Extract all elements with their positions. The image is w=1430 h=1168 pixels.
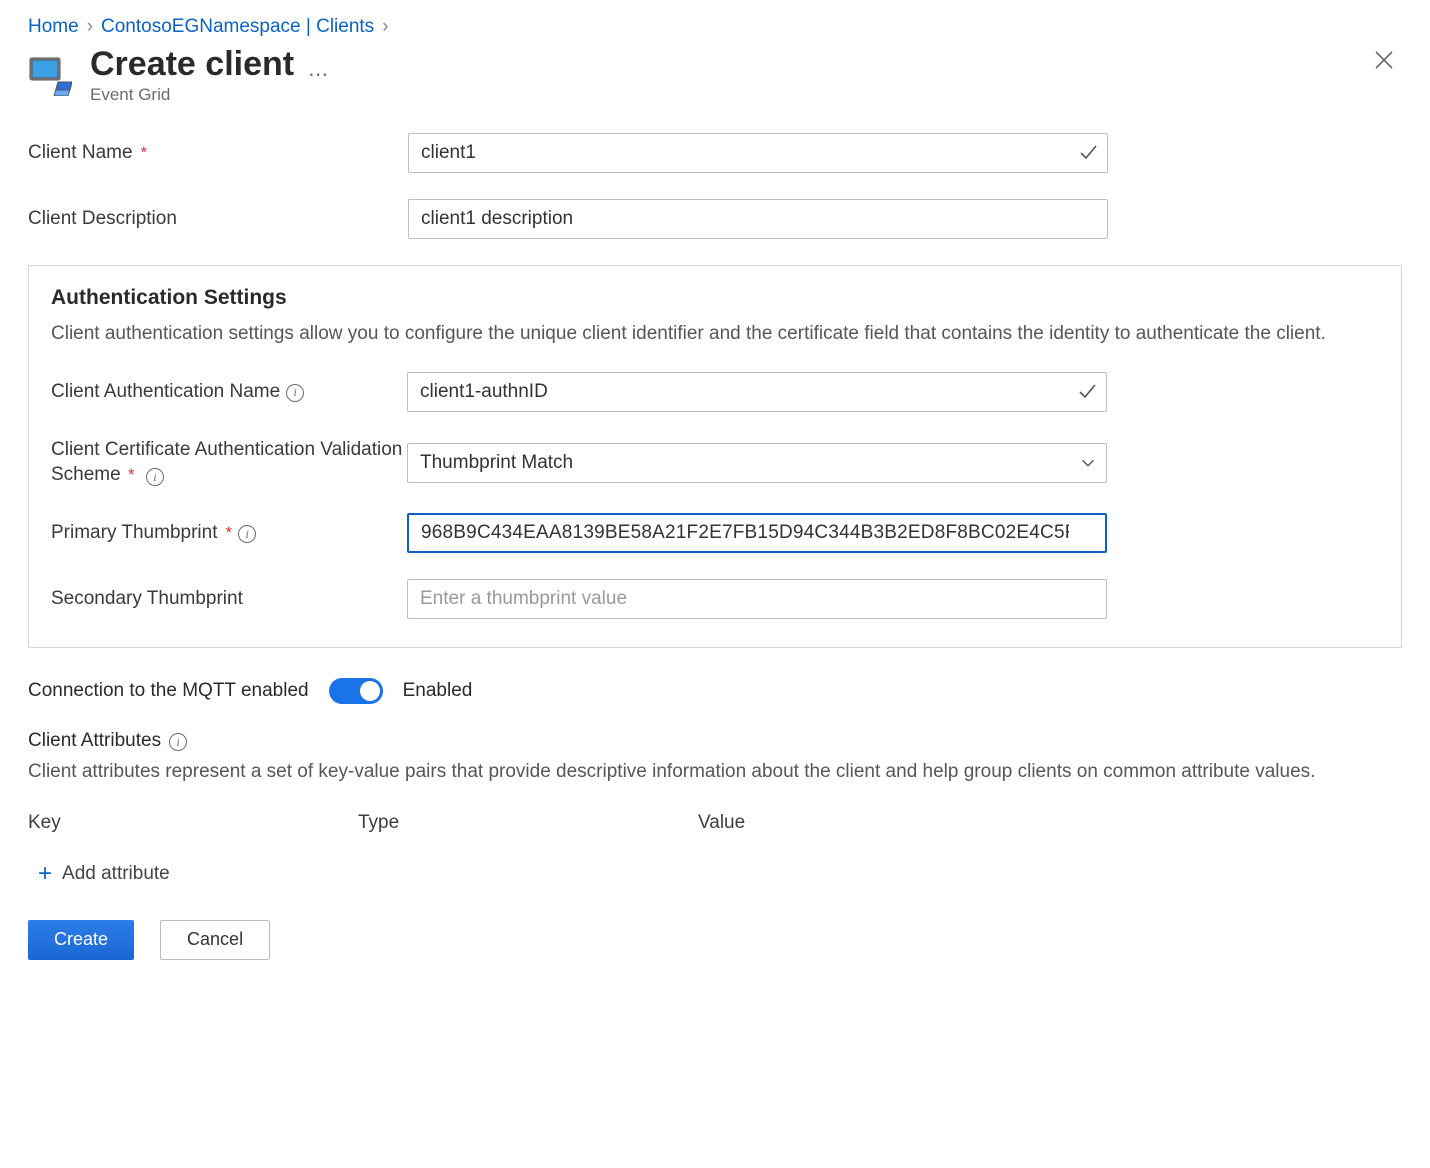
check-icon — [1078, 142, 1098, 167]
check-icon — [1077, 381, 1097, 406]
info-icon[interactable]: i — [238, 525, 256, 543]
info-icon[interactable]: i — [146, 468, 164, 486]
page-title: Create client — [90, 46, 294, 83]
plus-icon: + — [38, 862, 52, 886]
mqtt-toggle[interactable] — [329, 678, 383, 704]
close-button[interactable] — [1366, 46, 1402, 74]
authentication-settings-panel: Authentication Settings Client authentic… — [28, 265, 1402, 648]
client-description-label: Client Description — [28, 208, 177, 230]
attributes-col-key: Key — [28, 812, 358, 834]
secondary-thumbprint-input[interactable] — [407, 579, 1107, 619]
mqtt-toggle-label: Connection to the MQTT enabled — [28, 680, 309, 702]
cancel-button[interactable]: Cancel — [160, 920, 270, 960]
mqtt-toggle-state: Enabled — [403, 680, 473, 702]
client-attributes-header: Client Attributes i — [28, 730, 1402, 752]
authentication-settings-title: Authentication Settings — [51, 286, 1379, 310]
add-attribute-label: Add attribute — [62, 863, 170, 885]
breadcrumb-namespace-clients[interactable]: ContosoEGNamespace | Clients — [101, 16, 374, 38]
secondary-thumbprint-row: Secondary Thumbprint — [51, 579, 1379, 619]
required-marker: * — [128, 465, 135, 484]
mqtt-toggle-row: Connection to the MQTT enabled Enabled — [28, 678, 1402, 704]
authn-name-row: Client Authentication Name i — [51, 372, 1379, 412]
required-marker: * — [141, 143, 148, 163]
client-attributes-title: Client Attributes — [28, 730, 161, 752]
validation-scheme-value: Thumbprint Match — [420, 452, 573, 474]
page-subtitle: Event Grid — [90, 85, 329, 105]
chevron-down-icon — [1079, 454, 1097, 477]
client-name-input[interactable] — [408, 133, 1108, 173]
client-description-row: Client Description — [28, 199, 1402, 239]
attributes-col-type: Type — [358, 812, 698, 834]
validation-scheme-label: Client Certificate Authentication Valida… — [51, 439, 402, 485]
chevron-right-icon: › — [382, 16, 388, 38]
event-grid-icon — [28, 52, 72, 96]
primary-thumbprint-label: Primary Thumbprint — [51, 522, 217, 544]
create-button[interactable]: Create — [28, 920, 134, 960]
authentication-settings-desc: Client authentication settings allow you… — [51, 320, 1379, 348]
client-attributes-desc: Client attributes represent a set of key… — [28, 758, 1402, 786]
validation-scheme-select[interactable]: Thumbprint Match — [407, 443, 1107, 483]
client-name-row: Client Name * — [28, 133, 1402, 173]
required-marker: * — [225, 523, 232, 543]
secondary-thumbprint-label: Secondary Thumbprint — [51, 588, 243, 610]
validation-scheme-row: Client Certificate Authentication Valida… — [51, 438, 1379, 487]
authn-name-input[interactable] — [407, 372, 1107, 412]
primary-thumbprint-row: Primary Thumbprint * i — [51, 513, 1379, 553]
add-attribute-button[interactable]: + Add attribute — [38, 862, 1402, 886]
chevron-right-icon: › — [87, 16, 93, 38]
footer-actions: Create Cancel — [28, 920, 1402, 960]
breadcrumb-home[interactable]: Home — [28, 16, 79, 38]
info-icon[interactable]: i — [286, 384, 304, 402]
authn-name-label: Client Authentication Name — [51, 381, 280, 403]
breadcrumb: Home › ContosoEGNamespace | Clients › — [28, 16, 1402, 38]
attributes-table-header: Key Type Value — [28, 812, 1402, 834]
page-title-row: Create client ⋯ Event Grid — [28, 46, 1402, 105]
client-description-input[interactable] — [408, 199, 1108, 239]
attributes-col-value: Value — [698, 812, 1402, 834]
client-name-label: Client Name — [28, 142, 133, 164]
more-actions-button[interactable]: ⋯ — [308, 62, 329, 87]
info-icon[interactable]: i — [169, 733, 187, 751]
primary-thumbprint-input[interactable] — [407, 513, 1107, 553]
